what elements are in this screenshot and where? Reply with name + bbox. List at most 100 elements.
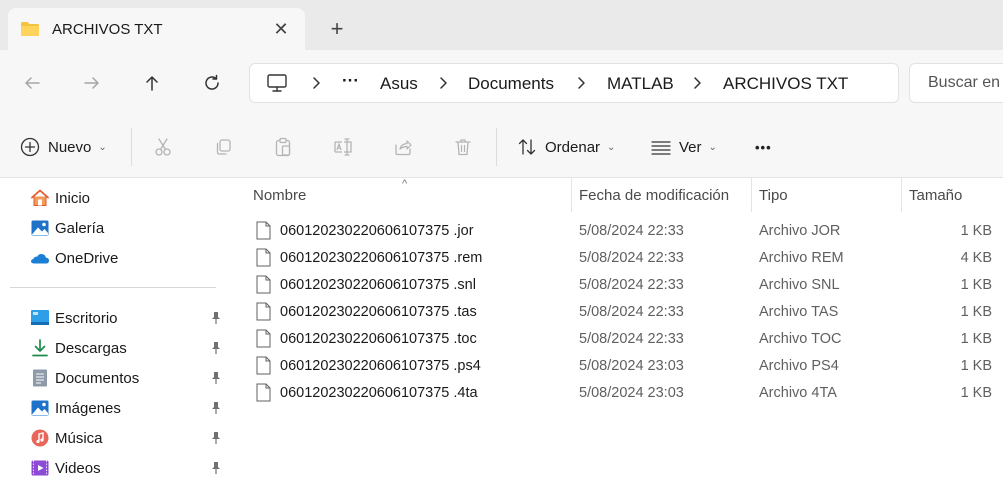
tab-archivos-txt[interactable]: ARCHIVOS TXT ✕ (8, 8, 305, 50)
file-type: Archivo TAS (759, 304, 839, 320)
file-name: 060120230220606107375 .jor (280, 223, 474, 239)
file-row[interactable]: 060120230220606107375 .toc 5/08/2024 22:3… (250, 326, 1003, 353)
breadcrumb-asus[interactable]: Asus (380, 74, 418, 94)
toolbar-divider (131, 128, 132, 166)
file-type: Archivo JOR (759, 223, 841, 239)
sidebar-item-videos[interactable]: Videos (30, 456, 226, 480)
chevron-right-icon (313, 77, 320, 89)
file-icon (256, 302, 271, 321)
folder-icon (21, 22, 39, 36)
sidebar-item-descargas[interactable]: Descargas (30, 336, 226, 360)
file-icon (256, 356, 271, 375)
close-tab-icon[interactable]: ✕ (271, 19, 291, 39)
pictures-icon (31, 400, 49, 416)
column-separator[interactable] (751, 178, 752, 212)
more-options-button[interactable]: ••• (755, 135, 772, 159)
address-bar[interactable]: ··· Asus Documents MATLAB ARCHIVOS TXT (249, 63, 899, 103)
chevron-down-icon: ⌄ (607, 141, 616, 153)
breadcrumb-matlab[interactable]: MATLAB (607, 74, 674, 94)
documents-icon (33, 369, 47, 387)
file-row[interactable]: 060120230220606107375 .rem 5/08/2024 22:3… (250, 245, 1003, 272)
sidebar-item-onedrive[interactable]: OneDrive (30, 246, 226, 270)
view-lines-icon (651, 141, 671, 155)
sort-button[interactable]: Ordenar ⌄ (517, 135, 615, 159)
this-pc-icon (267, 74, 287, 92)
address-row: ··· Asus Documents MATLAB ARCHIVOS TXT (0, 50, 1003, 116)
chevron-right-icon (578, 77, 585, 89)
view-button[interactable]: Ver ⌄ (651, 135, 717, 159)
desktop-icon (31, 310, 49, 325)
share-button[interactable] (393, 135, 413, 159)
column-header-type[interactable]: Tipo (759, 178, 788, 212)
chevron-down-icon: ⌄ (708, 141, 717, 153)
music-icon (31, 429, 49, 447)
gallery-icon (31, 220, 49, 236)
copy-button[interactable] (213, 135, 233, 159)
trash-icon (455, 139, 471, 156)
file-date: 5/08/2024 23:03 (579, 385, 684, 401)
new-label: Nuevo (48, 138, 92, 156)
breadcrumb-overflow[interactable]: ··· (342, 71, 359, 91)
videos-icon (31, 460, 49, 476)
paste-button[interactable] (273, 135, 293, 159)
file-name: 060120230220606107375 .4ta (280, 385, 478, 401)
sort-indicator-icon: ^ (402, 178, 408, 190)
refresh-button[interactable] (199, 70, 225, 96)
file-type: Archivo REM (759, 250, 844, 266)
paste-icon (275, 137, 291, 157)
downloads-icon (32, 339, 48, 357)
column-separator[interactable] (901, 178, 902, 212)
home-icon (31, 189, 49, 206)
file-row[interactable]: 060120230220606107375 .ps4 5/08/2024 23:0… (250, 353, 1003, 380)
rename-button[interactable] (333, 135, 353, 159)
file-date: 5/08/2024 22:33 (579, 223, 684, 239)
new-tab-button[interactable]: + (324, 16, 350, 42)
back-button[interactable] (19, 70, 45, 96)
breadcrumb-documents[interactable]: Documents (468, 74, 554, 94)
forward-button[interactable] (79, 70, 105, 96)
command-bar: Nuevo ⌄ Ordenar ⌄ Ver ⌄ ••• (0, 116, 1003, 178)
file-size: 1 KB (960, 358, 992, 374)
sidebar-item-musica[interactable]: Música (30, 426, 226, 450)
delete-button[interactable] (453, 135, 473, 159)
up-button[interactable] (139, 70, 165, 96)
sidebar-item-galeria[interactable]: Galería (30, 216, 226, 240)
chevron-down-icon: ⌄ (98, 141, 107, 153)
sidebar-item-imagenes[interactable]: Imágenes (30, 396, 226, 420)
arrow-up-icon (146, 76, 158, 91)
file-name: 060120230220606107375 .tas (280, 304, 477, 320)
file-name: 060120230220606107375 .snl (280, 277, 476, 293)
file-name: 060120230220606107375 .toc (280, 331, 477, 347)
pin-icon (212, 312, 220, 324)
column-separator[interactable] (571, 178, 572, 212)
file-row[interactable]: 060120230220606107375 .snl 5/08/2024 22:3… (250, 272, 1003, 299)
file-size: 1 KB (960, 304, 992, 320)
column-header-name[interactable]: Nombre (253, 178, 306, 212)
file-type: Archivo SNL (759, 277, 840, 293)
file-icon (256, 275, 271, 294)
file-icon (256, 329, 271, 348)
cut-button[interactable] (153, 135, 173, 159)
chevron-right-icon (440, 77, 447, 89)
file-type: Archivo TOC (759, 331, 842, 347)
rename-icon (334, 138, 352, 156)
sidebar-item-documentos[interactable]: Documentos (30, 366, 226, 390)
sidebar-item-escritorio[interactable]: Escritorio (30, 306, 226, 330)
tab-strip: ARCHIVOS TXT ✕ + (0, 0, 1003, 50)
search-input[interactable] (928, 74, 1003, 92)
file-row[interactable]: 060120230220606107375 .tas 5/08/2024 22:3… (250, 299, 1003, 326)
file-row[interactable]: 060120230220606107375 .4ta 5/08/2024 23:0… (250, 380, 1003, 407)
file-name: 060120230220606107375 .ps4 (280, 358, 481, 374)
plus-circle-icon (20, 137, 40, 157)
file-row[interactable]: 060120230220606107375 .jor 5/08/2024 22:3… (250, 218, 1003, 245)
search-box[interactable] (909, 63, 1003, 103)
column-header-size[interactable]: Tamaño (909, 178, 962, 212)
pin-icon (212, 402, 220, 414)
file-size: 1 KB (960, 331, 992, 347)
file-icon (256, 383, 271, 402)
breadcrumb-archivos-txt[interactable]: ARCHIVOS TXT (723, 74, 848, 94)
column-header-date[interactable]: Fecha de modificación (579, 178, 729, 212)
sidebar-item-inicio[interactable]: Inicio (30, 186, 226, 210)
file-date: 5/08/2024 22:33 (579, 250, 684, 266)
new-button[interactable]: Nuevo ⌄ (20, 135, 107, 159)
